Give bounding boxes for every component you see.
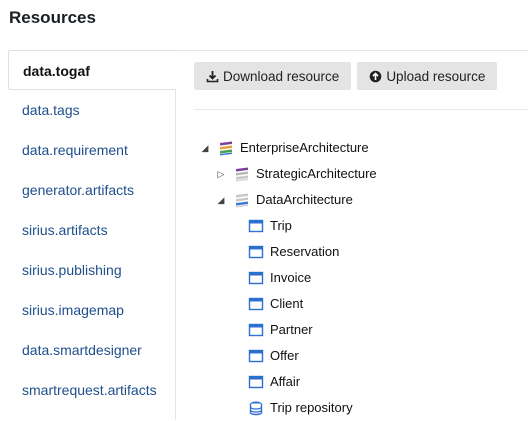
sidebar-item-generator-artifacts[interactable]: generator.artifacts: [8, 170, 175, 210]
tree-entity-trip[interactable]: Trip: [248, 213, 292, 239]
entity-icon: [248, 348, 264, 364]
toolbar-separator: [194, 109, 528, 110]
resource-sidebar: data.togaf data.tags data.requirement ge…: [8, 50, 176, 420]
tab-divider: [175, 50, 528, 51]
tree-node-label: Trip: [270, 218, 292, 233]
tree-node-label: DataArchitecture: [256, 192, 353, 207]
layers-icon: [218, 140, 234, 156]
sidebar-item-smartrequest-artifacts[interactable]: smartrequest.artifacts: [8, 370, 175, 410]
sidebar-item-sirius-publishing[interactable]: sirius.publishing: [8, 250, 175, 290]
tree-node-data-architecture[interactable]: ◢ DataArchitecture: [216, 187, 353, 213]
upload-icon: [369, 70, 382, 83]
sidebar-item-data-togaf[interactable]: data.togaf: [8, 50, 176, 90]
tree-node-label: Reservation: [270, 244, 340, 259]
download-icon: [206, 70, 219, 83]
entity-icon: [248, 218, 264, 234]
entity-icon: [248, 244, 264, 260]
upload-resource-button[interactable]: Upload resource: [357, 62, 498, 90]
download-resource-button[interactable]: Download resource: [194, 62, 352, 90]
tree-node-label: EnterpriseArchitecture: [240, 140, 369, 155]
tree-node-strategic-architecture[interactable]: ▷ StrategicArchitecture: [216, 161, 377, 187]
tree-node-label: Client: [270, 296, 304, 311]
tree-node-label: StrategicArchitecture: [256, 166, 377, 181]
tree-entity-affair[interactable]: Affair: [248, 369, 300, 395]
tree-node-label: Offer: [270, 348, 299, 363]
download-resource-label: Download resource: [223, 68, 340, 84]
tree-node-enterprise-architecture[interactable]: ◢ EnterpriseArchitecture: [200, 135, 369, 161]
entity-icon: [248, 270, 264, 286]
sidebar-item-sirius-artifacts[interactable]: sirius.artifacts: [8, 210, 175, 250]
entity-icon: [248, 296, 264, 312]
entity-icon: [248, 374, 264, 390]
sidebar-item-data-smartdesigner[interactable]: data.smartdesigner: [8, 330, 175, 370]
upload-resource-label: Upload resource: [386, 68, 486, 84]
tree-entity-trip-repository[interactable]: Trip repository: [248, 395, 353, 421]
tree-node-label: Partner: [270, 322, 313, 337]
layers-icon: [234, 166, 250, 182]
tree-entity-client[interactable]: Client: [248, 291, 303, 317]
collapse-triangle-icon[interactable]: ◢: [200, 143, 210, 153]
tree-entity-reservation[interactable]: Reservation: [248, 239, 339, 265]
sidebar-item-data-tags[interactable]: data.tags: [8, 90, 175, 130]
page-title: Resources: [9, 8, 96, 27]
tree-node-label: Invoice: [270, 270, 312, 285]
tree-node-label: Trip repository: [270, 400, 353, 415]
tree-entity-invoice[interactable]: Invoice: [248, 265, 311, 291]
collapse-triangle-icon[interactable]: ◢: [216, 195, 226, 205]
layers-icon: [234, 192, 250, 208]
tree-entity-offer[interactable]: Offer: [248, 343, 299, 369]
entity-icon: [248, 322, 264, 338]
resource-toolbar: Download resource Upload resource: [194, 62, 498, 90]
expand-triangle-icon[interactable]: ▷: [216, 169, 226, 179]
database-icon: [248, 400, 264, 416]
tree-node-label: Affair: [270, 374, 301, 389]
sidebar-item-sirius-imagemap[interactable]: sirius.imagemap: [8, 290, 175, 330]
tree-entity-partner[interactable]: Partner: [248, 317, 313, 343]
sidebar-item-data-requirement[interactable]: data.requirement: [8, 130, 175, 170]
